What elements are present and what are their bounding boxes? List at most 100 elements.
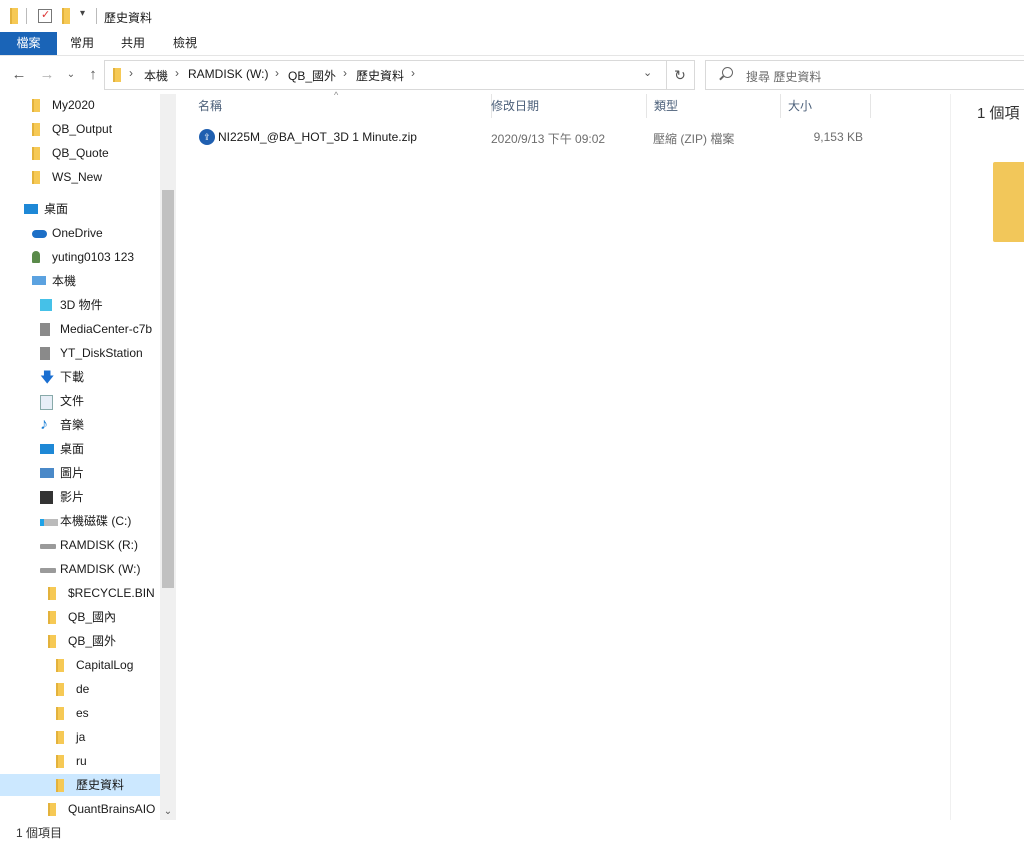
item-count-heading: 1 個項 bbox=[977, 105, 1020, 122]
status-item-count: 1 個項目 bbox=[16, 826, 63, 840]
sidebar-item[interactable]: QB_國外 bbox=[0, 630, 160, 652]
address-dropdown-chevron-icon[interactable]: ⌄ bbox=[643, 66, 652, 79]
folder-icon bbox=[56, 683, 64, 696]
sidebar-item[interactable]: YT_DiskStation bbox=[0, 342, 160, 364]
sidebar-item[interactable]: es bbox=[0, 702, 160, 724]
sidebar-item-label: 3D 物件 bbox=[60, 298, 103, 312]
sidebar-item[interactable]: CapitalLog bbox=[0, 654, 160, 676]
sidebar-item[interactable]: WS_New bbox=[0, 166, 160, 188]
sidebar-item-label: 本機 bbox=[52, 274, 77, 288]
divider bbox=[96, 8, 97, 24]
breadcrumb-qb-foreign[interactable]: QB_國外 bbox=[288, 67, 336, 84]
sidebar-item[interactable]: 本機磁碟 (C:) bbox=[0, 510, 160, 532]
scroll-down-chevron-icon[interactable]: ⌄ bbox=[160, 804, 176, 820]
customize-toolbar-icon[interactable]: ▾ bbox=[80, 8, 85, 24]
sidebar-item[interactable]: 3D 物件 bbox=[0, 294, 160, 316]
sidebar-item[interactable]: RAMDISK (R:) bbox=[0, 534, 160, 556]
drive-icon bbox=[40, 544, 56, 549]
column-size[interactable]: 大小 bbox=[788, 94, 871, 118]
cube-icon bbox=[40, 299, 52, 311]
forward-arrow-icon[interactable]: → bbox=[36, 64, 58, 86]
sidebar-item[interactable]: 桌面 bbox=[0, 198, 160, 220]
sidebar-item-label: 歷史資料 bbox=[76, 778, 125, 792]
sidebar-item-label: OneDrive bbox=[52, 226, 103, 240]
search-box[interactable]: 搜尋 歷史資料 bbox=[705, 60, 1024, 90]
sidebar-item-label: MediaCenter-c7b bbox=[60, 322, 153, 336]
tab-file[interactable]: 檔案 bbox=[0, 32, 57, 55]
sidebar-item[interactable]: 歷史資料 bbox=[0, 774, 160, 796]
refresh-icon[interactable]: ↻ bbox=[666, 60, 695, 90]
breadcrumb-history-data[interactable]: 歷史資料 bbox=[356, 67, 404, 84]
breadcrumb-separator[interactable]: › bbox=[275, 66, 279, 80]
sidebar-item[interactable]: ♪ 音樂 bbox=[0, 414, 160, 436]
folder-icon bbox=[10, 8, 18, 24]
properties-icon[interactable]: ✓ bbox=[38, 9, 52, 23]
column-type[interactable]: 類型 bbox=[654, 94, 781, 118]
file-name[interactable]: NI225M_@BA_HOT_3D 1 Minute.zip bbox=[218, 130, 417, 144]
sidebar-item-label: de bbox=[76, 682, 90, 696]
sidebar-item[interactable]: 🡇 下載 bbox=[0, 366, 160, 388]
zip-file-icon: ⇪ bbox=[199, 129, 215, 145]
sidebar-item[interactable]: 影片 bbox=[0, 486, 160, 508]
sidebar-item[interactable]: QB_國內 bbox=[0, 606, 160, 628]
sidebar-item[interactable]: MediaCenter-c7b bbox=[0, 318, 160, 340]
sidebar-item-label: 音樂 bbox=[60, 418, 85, 432]
sidebar-item[interactable]: yuting0103 123 bbox=[0, 246, 160, 268]
address-bar[interactable]: › 本機 › RAMDISK (W:) › QB_國外 › 歷史資料 › ⌄ bbox=[104, 60, 667, 90]
sidebar-item[interactable]: 桌面 bbox=[0, 438, 160, 460]
sidebar-item[interactable]: $RECYCLE.BIN bbox=[0, 582, 160, 604]
sidebar-item-label: QB_國外 bbox=[68, 634, 117, 648]
sidebar-item[interactable]: 本機 bbox=[0, 270, 160, 292]
column-date-modified[interactable]: 修改日期 bbox=[491, 94, 647, 118]
music-icon: ♪ bbox=[40, 416, 48, 433]
tab-share[interactable]: 共用 bbox=[107, 32, 159, 55]
window-title: 歷史資料 bbox=[104, 11, 153, 25]
file-row[interactable]: ⇪ NI225M_@BA_HOT_3D 1 Minute.zip 2020/9/… bbox=[191, 126, 881, 148]
file-date-modified: 2020/9/13 下午 09:02 bbox=[491, 132, 606, 146]
sidebar-item[interactable]: 文件 bbox=[0, 390, 160, 412]
folder-icon bbox=[48, 587, 56, 600]
sidebar-item-label: ja bbox=[76, 730, 86, 744]
folder-icon bbox=[113, 68, 121, 82]
details-pane: 1 個項 bbox=[950, 94, 1024, 820]
breadcrumb-separator[interactable]: › bbox=[411, 66, 415, 80]
recent-locations-chevron-icon[interactable]: ⌄ bbox=[60, 64, 82, 86]
computer-icon bbox=[32, 276, 46, 285]
folder-icon bbox=[32, 147, 40, 160]
tab-view[interactable]: 檢視 bbox=[159, 32, 211, 55]
sidebar-item-label: 圖片 bbox=[60, 466, 85, 480]
sidebar-item-label: QB_國內 bbox=[68, 610, 117, 624]
sidebar-item[interactable]: OneDrive bbox=[0, 222, 160, 244]
tab-home[interactable]: 常用 bbox=[57, 32, 107, 55]
back-arrow-icon[interactable]: ← bbox=[8, 64, 30, 86]
sidebar-item-label: RAMDISK (W:) bbox=[60, 562, 141, 576]
sidebar-item-label: 桌面 bbox=[60, 442, 85, 456]
video-icon bbox=[40, 491, 53, 504]
picture-icon bbox=[40, 468, 54, 478]
breadcrumb-separator[interactable]: › bbox=[175, 66, 179, 80]
sidebar-item[interactable]: ja bbox=[0, 726, 160, 748]
breadcrumb-separator[interactable]: › bbox=[343, 66, 347, 80]
sidebar-item-label: $RECYCLE.BIN bbox=[68, 586, 155, 600]
folder-icon bbox=[56, 707, 64, 720]
sidebar-item[interactable]: QB_Output bbox=[0, 118, 160, 140]
sidebar-item[interactable]: QB_Quote bbox=[0, 142, 160, 164]
sidebar-item[interactable]: My2020 bbox=[0, 94, 160, 116]
sidebar-item-label: es bbox=[76, 706, 89, 720]
sidebar-item-label: RAMDISK (R:) bbox=[60, 538, 138, 552]
sidebar-item[interactable]: QuantBrainsAIO bbox=[0, 798, 160, 820]
up-arrow-icon[interactable]: ↑ bbox=[82, 64, 104, 86]
column-name[interactable]: 名稱 bbox=[190, 94, 492, 118]
sidebar-item[interactable]: RAMDISK (W:) bbox=[0, 558, 160, 580]
breadcrumb-this-pc[interactable]: 本機 bbox=[144, 67, 168, 84]
new-folder-icon[interactable] bbox=[62, 8, 70, 24]
breadcrumb-separator[interactable]: › bbox=[129, 66, 133, 80]
sidebar-item-label: CapitalLog bbox=[76, 658, 134, 672]
sidebar-scrollbar-thumb[interactable] bbox=[162, 190, 174, 588]
breadcrumb-ramdisk-w[interactable]: RAMDISK (W:) bbox=[188, 67, 268, 81]
sidebar-item-label: 本機磁碟 (C:) bbox=[60, 514, 132, 528]
user-icon bbox=[32, 251, 40, 263]
sidebar-item[interactable]: de bbox=[0, 678, 160, 700]
sidebar-item[interactable]: ru bbox=[0, 750, 160, 772]
sidebar-item[interactable]: 圖片 bbox=[0, 462, 160, 484]
